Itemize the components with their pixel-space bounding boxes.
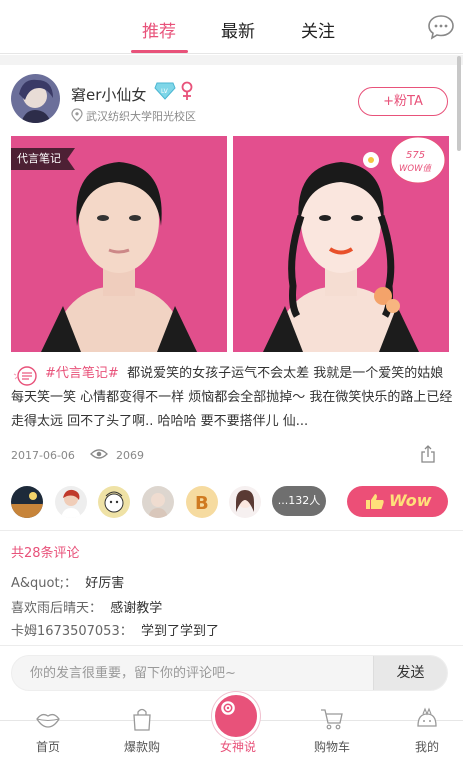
comment-bar: 发送 bbox=[11, 655, 448, 691]
active-tab-indicator bbox=[131, 50, 188, 53]
scrollbar[interactable] bbox=[457, 56, 461, 151]
location-pin-icon bbox=[71, 108, 83, 122]
nav-center-button bbox=[212, 692, 260, 740]
top-tab-bar: 推荐 最新 关注 bbox=[0, 0, 463, 54]
liker-avatar[interactable] bbox=[11, 486, 43, 518]
comment-item: 卡姆1673507053： 学到了学到了 bbox=[11, 620, 219, 639]
tab-recommend[interactable]: 推荐 bbox=[142, 17, 176, 42]
eye-icon bbox=[90, 449, 108, 459]
comment-count[interactable]: 共28条评论 bbox=[11, 542, 80, 561]
bottom-nav: 首页 爆款购 女神说 购物车 我的 bbox=[0, 692, 463, 758]
photo-tag-label: 代言笔记 bbox=[11, 148, 75, 170]
post-content[interactable]: #代言笔记# 都说爱笑的女孩子运气不会太差 我就是一个爱笑的姑娘 每天笑一笑 心… bbox=[11, 362, 453, 434]
liker-avatar[interactable] bbox=[142, 486, 174, 518]
nav-goddess-talk[interactable]: 女神说 bbox=[198, 692, 278, 758]
comment-text: 好厉害 bbox=[85, 576, 125, 591]
wow-button-label: Wow bbox=[389, 491, 432, 510]
send-button[interactable]: 发送 bbox=[373, 656, 447, 690]
comment-author[interactable]: 卡姆1673507053： bbox=[11, 624, 133, 639]
nav-home[interactable]: 首页 bbox=[8, 700, 88, 758]
author-name[interactable]: 窘er小仙女 bbox=[71, 84, 146, 105]
diamond-level-icon: LV bbox=[154, 82, 176, 100]
wow-score-label: WOW值 bbox=[399, 163, 432, 174]
tab-latest[interactable]: 最新 bbox=[221, 17, 255, 42]
nav-profile[interactable]: 我的 bbox=[387, 700, 463, 758]
post-topic-link[interactable]: #代言笔记# bbox=[45, 366, 119, 381]
thumbs-up-icon bbox=[366, 494, 384, 509]
section-divider bbox=[0, 645, 463, 646]
nav-label: 爆款购 bbox=[123, 740, 160, 754]
share-icon[interactable] bbox=[421, 445, 435, 463]
author-avatar[interactable] bbox=[11, 74, 60, 123]
comment-author[interactable]: A&quot;： bbox=[11, 576, 77, 591]
level-badge-text: LV bbox=[161, 88, 169, 95]
follow-button[interactable]: +粉TA bbox=[358, 87, 448, 116]
camera-icon bbox=[221, 701, 235, 715]
comment-author[interactable]: 喜欢雨后晴天： bbox=[11, 601, 102, 616]
svg-text:B: B bbox=[195, 493, 209, 514]
tab-following[interactable]: 关注 bbox=[301, 17, 335, 42]
female-gender-icon bbox=[181, 81, 193, 100]
nav-cart[interactable]: 购物车 bbox=[292, 700, 372, 758]
section-divider bbox=[0, 55, 463, 65]
chat-icon[interactable] bbox=[427, 14, 455, 40]
liker-more-count[interactable]: ...132人 bbox=[272, 486, 326, 516]
nav-label: 我的 bbox=[414, 740, 439, 754]
comment-text: 学到了学到了 bbox=[140, 624, 219, 639]
wow-button[interactable]: Wow bbox=[347, 486, 448, 517]
comment-item: A&quot;： 好厉害 bbox=[11, 572, 124, 591]
nav-label: 首页 bbox=[35, 740, 60, 754]
lips-icon bbox=[36, 713, 60, 728]
section-divider bbox=[0, 530, 463, 531]
nav-label: 购物车 bbox=[313, 740, 350, 754]
liker-avatar[interactable] bbox=[55, 486, 87, 518]
liker-avatar[interactable] bbox=[229, 486, 261, 518]
wow-score-number: 575 bbox=[406, 150, 425, 161]
cart-icon bbox=[321, 709, 343, 730]
nav-hot-buy[interactable]: 爆款购 bbox=[102, 700, 182, 758]
liker-avatar[interactable]: B bbox=[186, 486, 218, 518]
post-photo-after[interactable]: 575 WOW值 bbox=[233, 136, 449, 352]
comment-text: 感谢教学 bbox=[110, 601, 163, 616]
wow-score-badge: 575 WOW值 bbox=[390, 136, 446, 184]
view-count: 2069 bbox=[116, 449, 144, 462]
liker-avatar[interactable] bbox=[98, 486, 130, 518]
comment-item: 喜欢雨后晴天： 感谢教学 bbox=[11, 597, 162, 616]
author-location: 武汉纺织大学阳光校区 bbox=[86, 110, 196, 123]
profile-icon bbox=[417, 707, 437, 727]
post-photo-before[interactable]: 代言笔记 bbox=[11, 136, 227, 352]
comment-input[interactable] bbox=[12, 656, 373, 690]
post-date: 2017-06-06 bbox=[11, 449, 75, 462]
bag-icon bbox=[133, 708, 151, 731]
nav-label: 女神说 bbox=[219, 740, 256, 754]
